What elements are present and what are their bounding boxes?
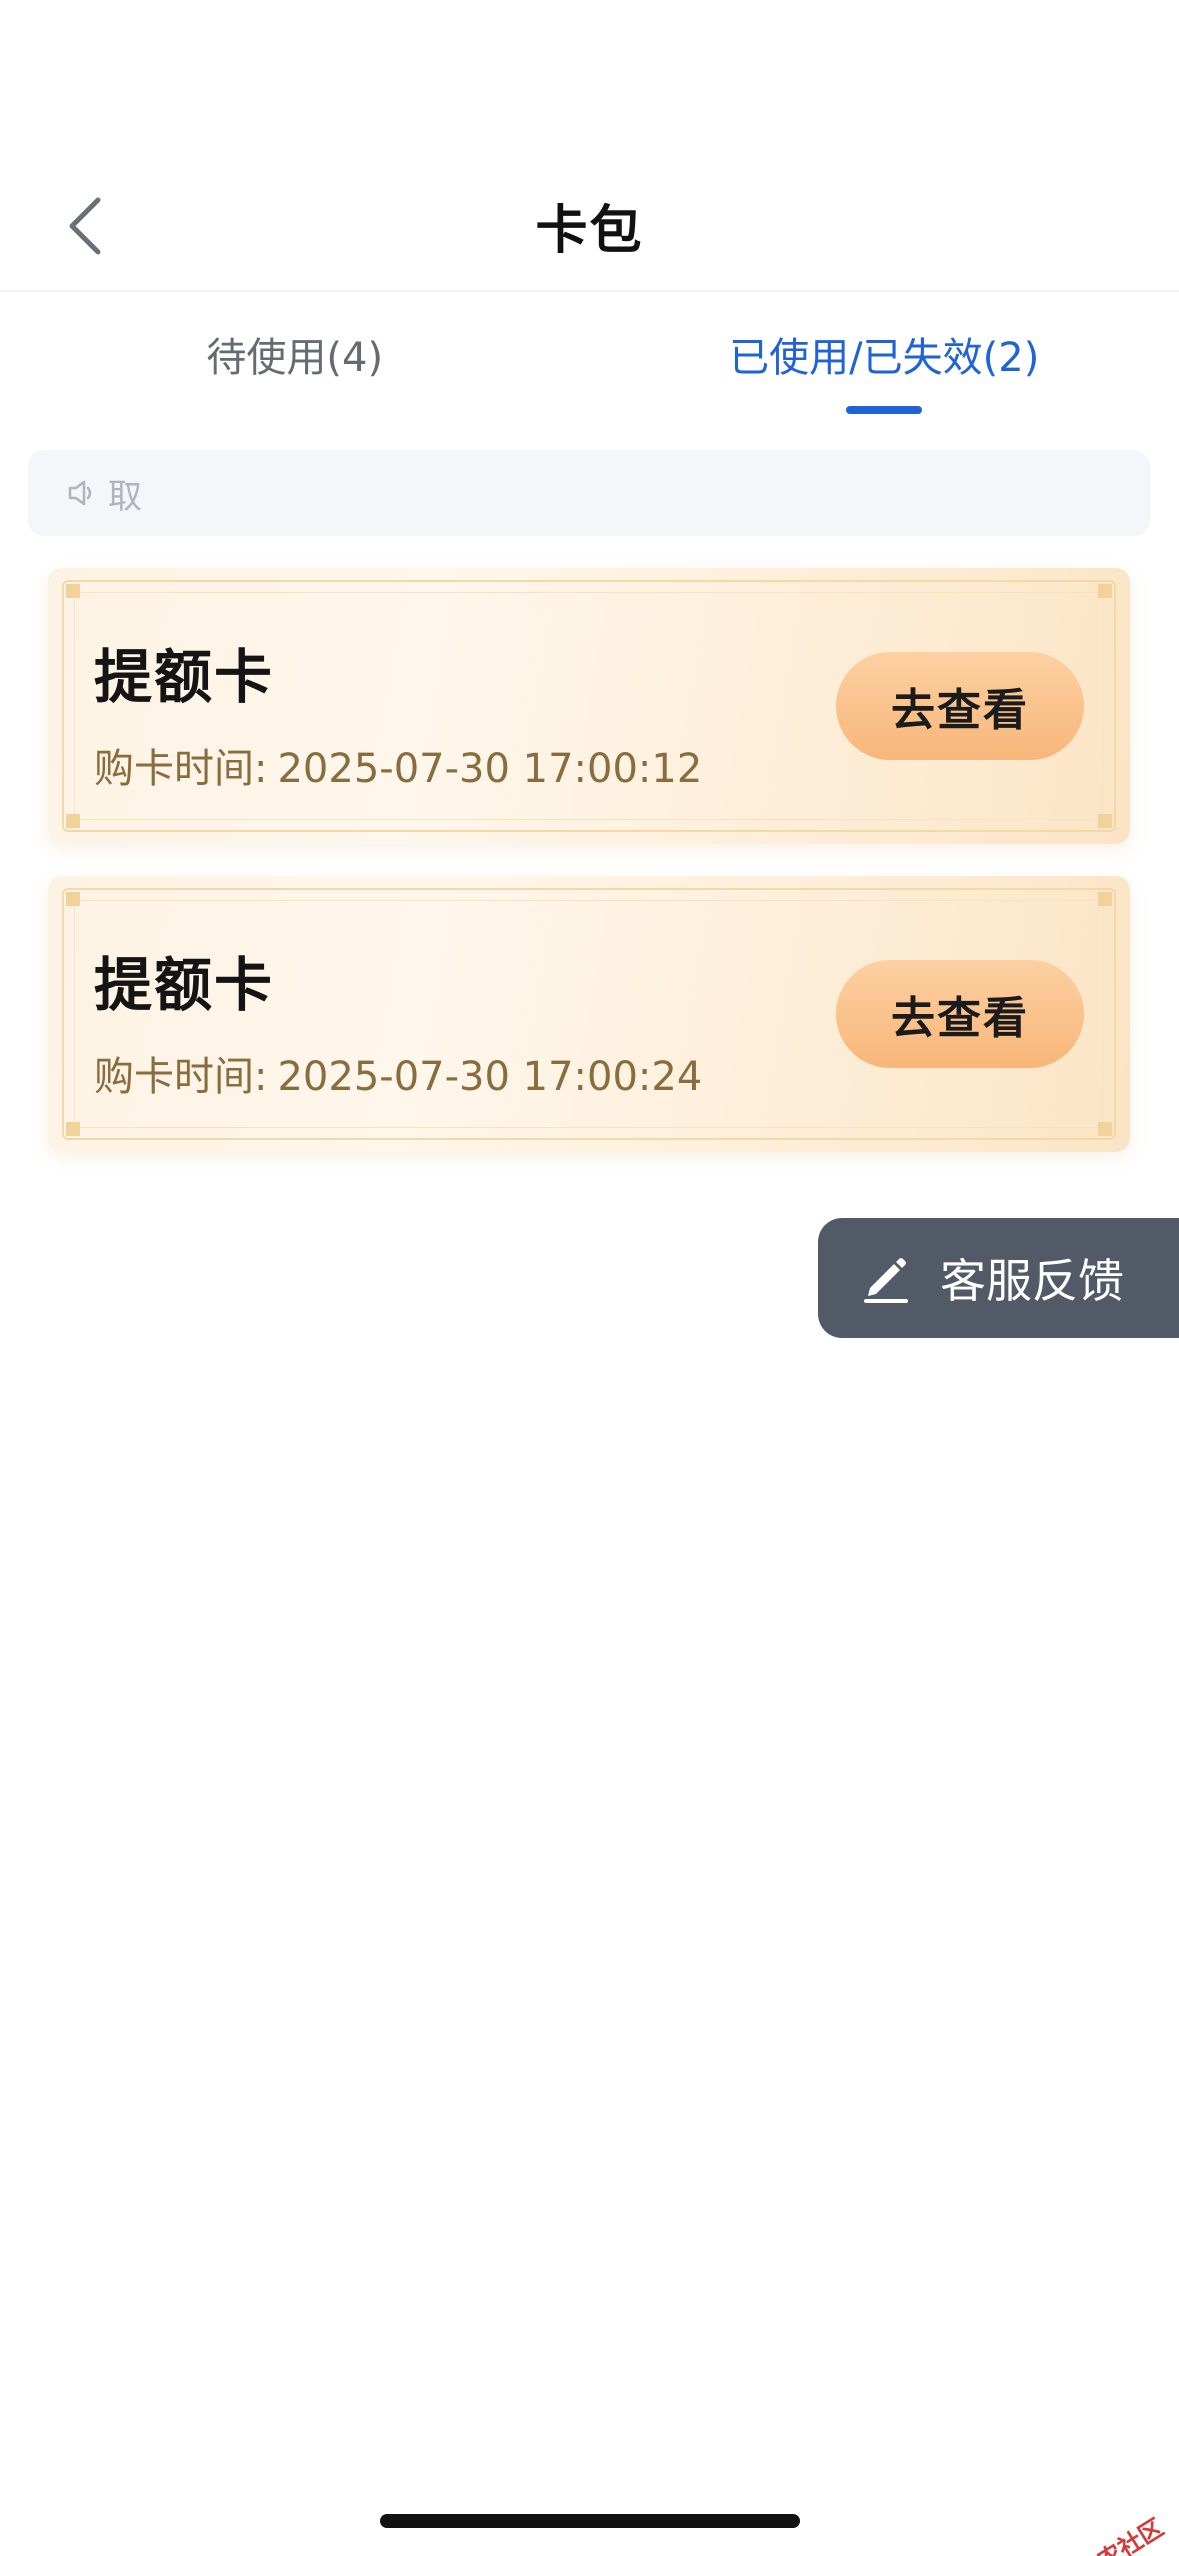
card-purchase-time: 购卡时间: 2025-07-30 17:00:12 (94, 736, 702, 794)
card-title: 提额卡 (94, 951, 275, 1019)
card-corner-ornament (1098, 892, 1112, 906)
tab-used-expired[interactable]: 已使用/已失效(2) (590, 292, 1179, 416)
card-corner-ornament (66, 1122, 80, 1136)
tab-pending-label: 待使用(4) (206, 335, 384, 381)
card-corner-ornament (1098, 1122, 1112, 1136)
speaker-icon (68, 480, 92, 506)
chevron-left-icon (69, 197, 101, 255)
watermark: 卡农社区 (1047, 2508, 1169, 2556)
view-card-button[interactable]: 去查看 (836, 960, 1084, 1068)
card-corner-ornament (66, 892, 80, 906)
card-corner-ornament (1098, 584, 1112, 598)
pen-icon (864, 1258, 908, 1303)
card-corner-ornament (66, 814, 80, 828)
view-card-button[interactable]: 去查看 (836, 652, 1084, 760)
card-time-value: 2025-07-30 17:00:24 (277, 1054, 703, 1100)
card-corner-ornament (66, 584, 80, 598)
tab-pending[interactable]: 待使用(4) (0, 292, 590, 416)
notice-text: 取 (108, 476, 142, 517)
card-item: 提额卡 购卡时间: 2025-07-30 17:00:24 去查看 (48, 876, 1130, 1152)
back-button[interactable] (44, 184, 124, 268)
active-tab-indicator (846, 406, 923, 414)
card-item: 提额卡 购卡时间: 2025-07-30 17:00:12 去查看 (48, 568, 1130, 844)
home-indicator (380, 2514, 800, 2528)
card-time-label: 购卡时间: (94, 746, 268, 792)
page: 卡包 待使用(4) 已使用/已失效(2) 取 提额卡 购卡时间: 2025-07-… (0, 0, 1179, 2556)
card-purchase-time: 购卡时间: 2025-07-30 17:00:24 (94, 1044, 702, 1102)
feedback-label: 客服反馈 (940, 1254, 1124, 1308)
tab-used-expired-label: 已使用/已失效(2) (729, 335, 1040, 381)
tab-bar: 待使用(4) 已使用/已失效(2) (0, 292, 1179, 416)
card-title: 提额卡 (94, 643, 275, 711)
page-title: 卡包 (535, 200, 644, 261)
notice-bar: 取 (28, 450, 1150, 536)
watermark-text: 卡农社区 (1072, 2513, 1169, 2556)
card-time-label: 购卡时间: (94, 1054, 268, 1100)
card-time-value: 2025-07-30 17:00:12 (277, 746, 703, 792)
nav-header: 卡包 (0, 160, 1179, 292)
card-corner-ornament (1098, 814, 1112, 828)
customer-feedback-button[interactable]: 客服反馈 (818, 1218, 1179, 1338)
